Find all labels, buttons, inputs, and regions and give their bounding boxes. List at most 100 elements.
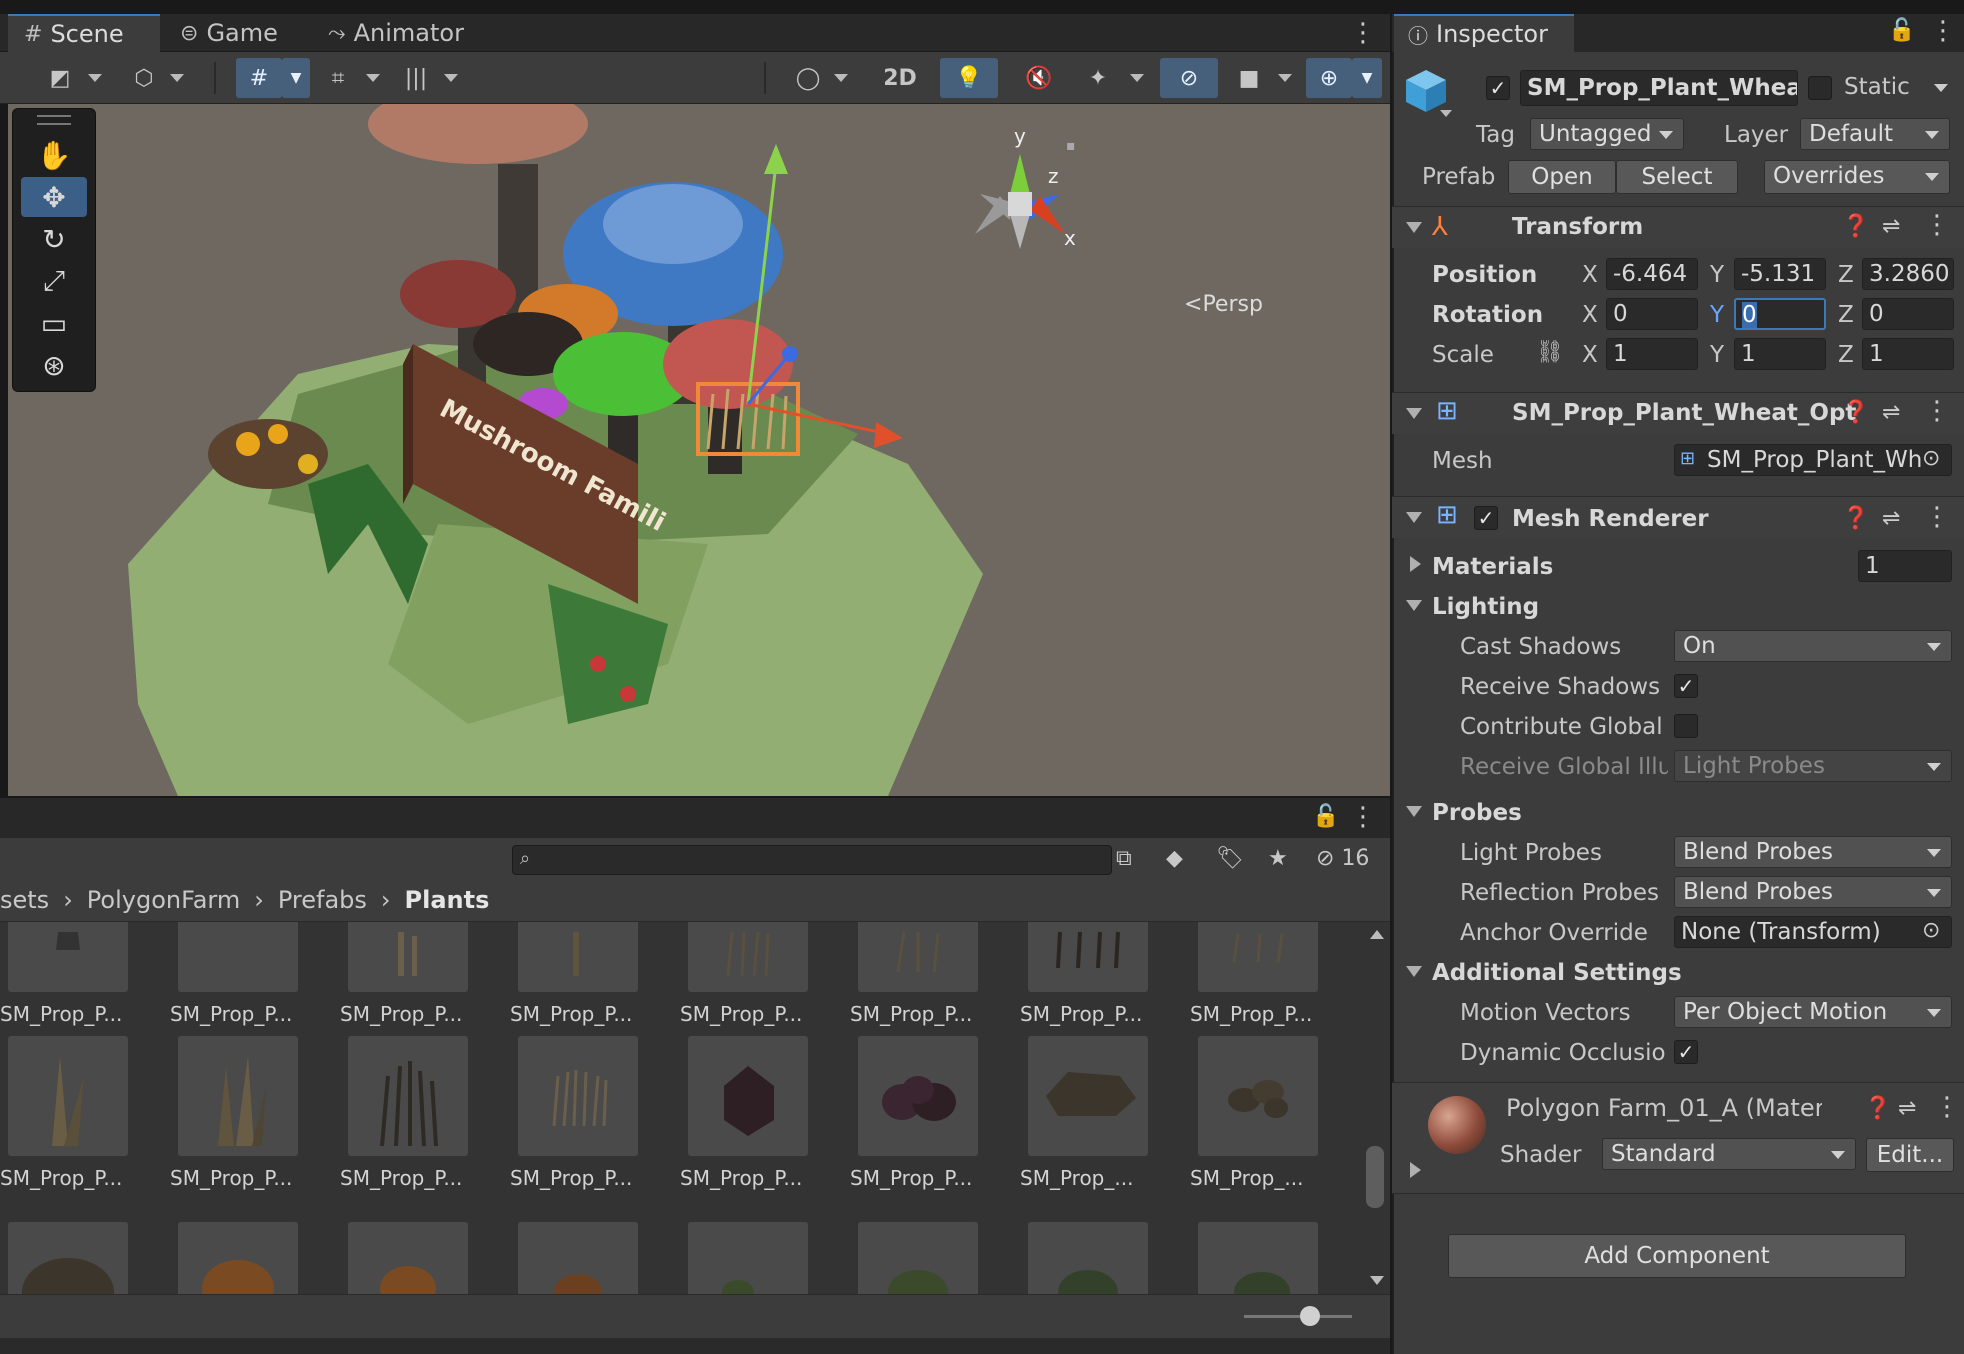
rotation-x-field[interactable]: 0 [1606,298,1698,330]
label-icon[interactable]: 🏷 [1216,846,1244,871]
ruler-icon[interactable]: ||| [396,58,436,98]
presets-icon[interactable]: ⇌ [1882,214,1900,239]
tab-game[interactable]: ⊜ Game [164,14,294,52]
drag-handle-icon[interactable] [37,115,71,125]
reflection-probes-dropdown[interactable]: Blend Probes [1674,876,1952,908]
asset-tile[interactable]: SM_Prop_P... [170,922,320,1032]
rotation-y-field[interactable]: 0 [1734,298,1826,330]
asset-tile[interactable] [1020,1222,1170,1294]
gameobject-cube-icon[interactable] [1404,68,1448,112]
help-icon[interactable]: ❓ [1864,1096,1891,1121]
asset-tile[interactable]: SM_Prop_P... [680,1036,830,1196]
foldout-arrow-icon[interactable] [1406,966,1422,977]
prefab-select-button[interactable]: Select [1616,160,1738,194]
foldout-arrow-icon[interactable] [1410,1162,1421,1178]
asset-grid-scrollbar[interactable] [1362,922,1390,1294]
position-z-field[interactable]: 3.2860 [1862,258,1954,290]
lock-icon[interactable]: ▪ [1066,138,1076,154]
object-picker-icon[interactable]: ⊙ [1922,446,1940,471]
active-checkbox[interactable]: ✓ [1486,76,1510,100]
asset-tile[interactable]: SM_Prop_P... [1190,922,1340,1032]
tab-scene[interactable]: # Scene [8,14,160,52]
anchor-override-field[interactable]: None (Transform) [1674,916,1952,948]
asset-tile[interactable]: SM_Prop_... [1020,1036,1170,1196]
shader-dropdown[interactable]: Standard [1602,1138,1856,1170]
hand-tool-icon[interactable]: ✋ [21,135,87,175]
layer-dropdown[interactable]: Default [1800,118,1950,150]
foldout-arrow-icon[interactable] [1406,806,1422,817]
breadcrumb-item[interactable]: Prefabs [278,886,367,914]
foldout-arrow-icon[interactable] [1406,512,1422,523]
move-tool-icon[interactable]: ✥ [21,177,87,217]
scene-viewport[interactable]: Mushroom Famili y z x ▪ <Persp [8,104,1390,796]
transform-header[interactable] [1392,206,1964,248]
component-menu-icon[interactable]: ⋮ [1934,1092,1960,1122]
scale-z-field[interactable]: 1 [1862,338,1954,370]
motion-vectors-dropdown[interactable]: Per Object Motion [1674,996,1952,1028]
asset-tile[interactable] [510,1222,660,1294]
help-icon[interactable]: ❓ [1842,214,1869,239]
presets-icon[interactable]: ⇌ [1882,400,1900,425]
light-probes-dropdown[interactable]: Blend Probes [1674,836,1952,868]
asset-tile[interactable]: SM_Prop_P... [170,1036,320,1196]
help-icon[interactable]: ❓ [1842,506,1869,531]
2d-toggle-button[interactable]: 2D [874,58,926,98]
asset-tile[interactable]: SM_Prop_P... [680,922,830,1032]
asset-tile[interactable]: SM_Prop_P... [850,922,1000,1032]
shading-cube-icon[interactable]: ⬡ [124,58,164,98]
rect-tool-icon[interactable]: ▭ [21,303,87,343]
breadcrumb-item[interactable]: PolygonFarm [87,886,240,914]
chevron-down-icon[interactable]: ▼ [1352,58,1382,98]
tag-dropdown[interactable]: Untagged [1530,118,1684,150]
add-component-button[interactable]: Add Component [1448,1234,1906,1278]
breadcrumb-item[interactable]: sets [0,886,49,914]
presets-icon[interactable]: ⇌ [1898,1096,1916,1121]
lighting-toggle-icon[interactable]: 💡 [940,58,998,98]
projection-label[interactable]: <Persp [1184,292,1263,317]
prefab-open-button[interactable]: Open [1508,160,1616,194]
foldout-arrow-icon[interactable] [1406,222,1422,233]
position-y-field[interactable]: -5.131 [1734,258,1826,290]
chevron-down-icon[interactable]: ▼ [282,58,310,98]
constrain-proportions-icon[interactable]: ⛓ [1536,340,1564,365]
position-x-field[interactable]: -6.464 [1606,258,1698,290]
asset-tile[interactable]: SM_Prop_P... [510,1036,660,1196]
asset-tile[interactable]: SM_Prop_P... [1020,922,1170,1032]
asset-tile[interactable]: SM_Prop_P... [850,1036,1000,1196]
audio-mute-icon[interactable]: 🔇 [1014,58,1064,98]
thumbnail-size-slider[interactable] [1244,1315,1352,1318]
contribute-gi-checkbox[interactable] [1674,714,1698,738]
component-menu-icon[interactable]: ⋮ [1924,210,1950,240]
search-by-type-icon[interactable]: ⧉ [1116,846,1132,871]
materials-count-field[interactable]: 1 [1858,550,1952,582]
prefab-overrides-dropdown[interactable]: Overrides [1764,160,1950,194]
asset-tile[interactable] [1190,1222,1340,1294]
effects-icon[interactable]: ✦ [1074,58,1122,98]
foldout-arrow-icon[interactable] [1406,600,1422,611]
asset-tile[interactable]: SM_Prop_P... [340,1036,490,1196]
presets-icon[interactable]: ⇌ [1882,506,1900,531]
camera-icon[interactable]: ■ [1226,58,1272,98]
material-preview[interactable] [1428,1096,1486,1154]
slider-handle[interactable] [1300,1306,1320,1326]
project-more-icon[interactable]: ⋮ [1350,802,1376,832]
star-icon[interactable]: ★ [1268,846,1288,871]
foldout-arrow-icon[interactable] [1406,408,1422,419]
component-menu-icon[interactable]: ⋮ [1924,396,1950,426]
dynamic-occlusion-checkbox[interactable]: ✓ [1674,1040,1698,1064]
asset-tile[interactable]: SM_Prop_P... [510,922,660,1032]
static-checkbox[interactable] [1808,76,1832,100]
object-name-field[interactable]: SM_Prop_Plant_Wheat [1520,70,1798,106]
scale-y-field[interactable]: 1 [1734,338,1826,370]
foldout-arrow-icon[interactable] [1410,556,1421,572]
receive-shadows-checkbox[interactable]: ✓ [1674,674,1698,698]
asset-tile[interactable]: SM_Prop_... [1190,1036,1340,1196]
hidden-packages-toggle[interactable]: ⊘ 16 [1316,846,1369,871]
scale-tool-icon[interactable]: ⤢ [21,261,87,301]
chevron-down-icon[interactable] [1934,84,1948,92]
cast-shadows-dropdown[interactable]: On [1674,630,1952,662]
project-search-input[interactable] [512,845,1112,875]
asset-tile[interactable]: SM_Prop_P... [0,922,150,1032]
shader-edit-button[interactable]: Edit... [1866,1138,1954,1172]
inspector-more-icon[interactable]: ⋮ [1930,16,1956,46]
